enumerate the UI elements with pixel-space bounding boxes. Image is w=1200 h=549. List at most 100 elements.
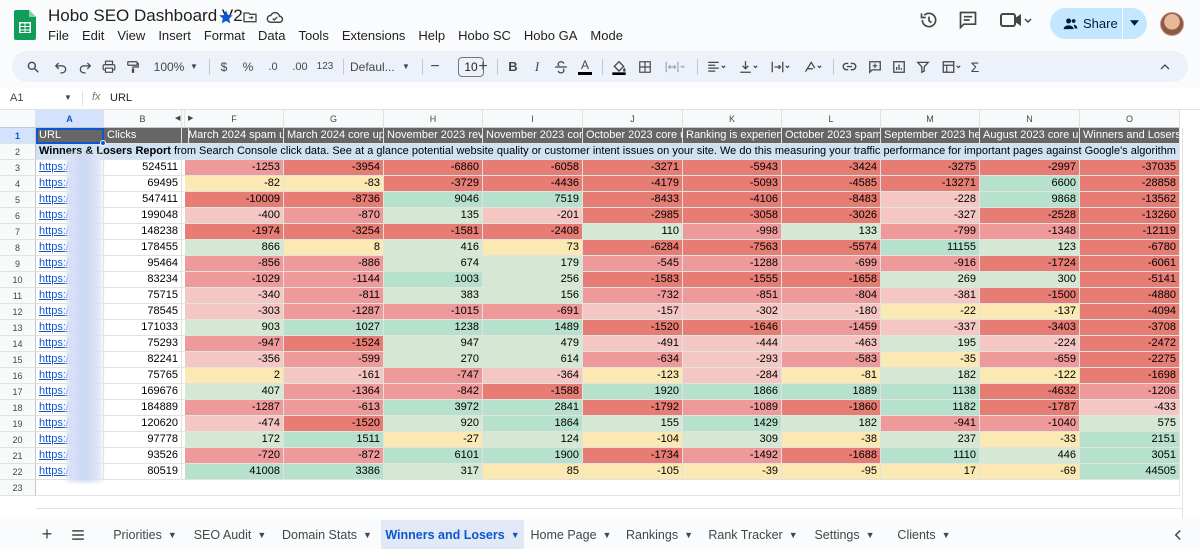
column-header[interactable]: N: [980, 110, 1080, 128]
decrease-font-size-icon[interactable]: −: [428, 51, 442, 82]
decrease-decimal-button[interactable]: .0: [262, 51, 284, 82]
font-dropdown-icon[interactable]: ▼: [400, 51, 412, 82]
update-delta-cell[interactable]: -6061: [1080, 256, 1180, 272]
update-delta-cell[interactable]: 172: [185, 432, 284, 448]
menu-extensions[interactable]: Extensions: [342, 28, 412, 43]
clicks-cell[interactable]: 75765: [104, 368, 182, 384]
fill-handle[interactable]: [100, 140, 106, 146]
update-delta-cell[interactable]: -8736: [284, 192, 384, 208]
update-delta-cell[interactable]: -1288: [683, 256, 782, 272]
update-delta-cell[interactable]: 256: [483, 272, 583, 288]
row-header[interactable]: 22: [0, 464, 36, 480]
update-delta-cell[interactable]: -303: [185, 304, 284, 320]
update-delta-cell[interactable]: -381: [881, 288, 980, 304]
number-format-button[interactable]: 123: [314, 51, 336, 82]
update-delta-cell[interactable]: 85: [483, 464, 583, 480]
font-select[interactable]: Defaul...: [350, 51, 402, 82]
comments-icon[interactable]: [958, 10, 978, 35]
vertical-scrollbar[interactable]: [1182, 128, 1200, 519]
update-delta-cell[interactable]: -69: [980, 464, 1080, 480]
update-delta-cell[interactable]: -39: [683, 464, 782, 480]
update-delta-cell[interactable]: -2408: [483, 224, 583, 240]
document-title[interactable]: Hobo SEO Dashboard V2: [48, 6, 243, 26]
share-dropdown-icon[interactable]: [1130, 20, 1139, 26]
update-delta-cell[interactable]: -81: [782, 368, 881, 384]
avatar[interactable]: [1160, 12, 1184, 36]
header-cell[interactable]: [182, 128, 189, 144]
update-delta-cell[interactable]: -5574: [782, 240, 881, 256]
update-delta-cell[interactable]: -1658: [782, 272, 881, 288]
update-delta-cell[interactable]: 11155: [881, 240, 980, 256]
update-delta-cell[interactable]: -613: [284, 400, 384, 416]
update-delta-cell[interactable]: -941: [881, 416, 980, 432]
update-delta-cell[interactable]: -433: [1080, 400, 1180, 416]
update-delta-cell[interactable]: -3954: [284, 160, 384, 176]
header-cell[interactable]: Clicks: [104, 128, 182, 144]
clicks-cell[interactable]: 524511: [104, 160, 182, 176]
update-delta-cell[interactable]: -1688: [782, 448, 881, 464]
row-header[interactable]: 20: [0, 432, 36, 448]
clicks-cell[interactable]: 78545: [104, 304, 182, 320]
paint-format-icon[interactable]: [124, 51, 142, 82]
update-delta-cell[interactable]: -1555: [683, 272, 782, 288]
update-delta-cell[interactable]: 1003: [384, 272, 483, 288]
update-delta-cell[interactable]: -28858: [1080, 176, 1180, 192]
sheet-tab[interactable]: Settings ▼: [806, 520, 883, 549]
sheet-tab-dropdown-icon[interactable]: ▼: [942, 530, 951, 540]
row-header[interactable]: 9: [0, 256, 36, 272]
update-delta-cell[interactable]: -3254: [284, 224, 384, 240]
update-delta-cell[interactable]: -811: [284, 288, 384, 304]
update-delta-cell[interactable]: -1524: [284, 336, 384, 352]
menu-file[interactable]: File: [48, 28, 75, 43]
update-delta-cell[interactable]: -22: [881, 304, 980, 320]
update-delta-cell[interactable]: -1724: [980, 256, 1080, 272]
update-delta-cell[interactable]: -5943: [683, 160, 782, 176]
update-delta-cell[interactable]: -4179: [583, 176, 683, 192]
update-delta-cell[interactable]: -3729: [384, 176, 483, 192]
row-header[interactable]: 6: [0, 208, 36, 224]
menu-help[interactable]: Help: [418, 28, 451, 43]
update-delta-cell[interactable]: 866: [185, 240, 284, 256]
update-delta-cell[interactable]: 2151: [1080, 432, 1180, 448]
update-delta-cell[interactable]: 416: [384, 240, 483, 256]
star-icon[interactable]: [217, 8, 235, 26]
update-delta-cell[interactable]: -4436: [483, 176, 583, 192]
row-header[interactable]: 16: [0, 368, 36, 384]
update-delta-cell[interactable]: -13562: [1080, 192, 1180, 208]
update-delta-cell[interactable]: -33: [980, 432, 1080, 448]
update-delta-cell[interactable]: 2841: [483, 400, 583, 416]
report-banner[interactable]: Winners & Losers Report from Search Cons…: [36, 144, 1180, 160]
update-delta-cell[interactable]: -1089: [683, 400, 782, 416]
meet-video-icon[interactable]: [1000, 10, 1034, 35]
row-header[interactable]: 11: [0, 288, 36, 304]
insert-chart-icon[interactable]: [890, 51, 908, 82]
update-delta-cell[interactable]: 237: [881, 432, 980, 448]
all-sheets-icon[interactable]: [68, 520, 88, 549]
horizontal-scrollbar[interactable]: [36, 508, 1182, 519]
update-delta-cell[interactable]: -872: [284, 448, 384, 464]
update-delta-cell[interactable]: -1698: [1080, 368, 1180, 384]
update-delta-cell[interactable]: 1429: [683, 416, 782, 432]
print-icon[interactable]: [100, 51, 118, 82]
sheets-logo-icon[interactable]: [14, 10, 36, 40]
update-delta-cell[interactable]: -1348: [980, 224, 1080, 240]
update-delta-cell[interactable]: -356: [185, 352, 284, 368]
update-delta-cell[interactable]: -224: [980, 336, 1080, 352]
update-delta-cell[interactable]: -2528: [980, 208, 1080, 224]
update-delta-cell[interactable]: -1364: [284, 384, 384, 400]
update-delta-cell[interactable]: -3403: [980, 320, 1080, 336]
update-delta-cell[interactable]: -6058: [483, 160, 583, 176]
update-delta-cell[interactable]: 124: [483, 432, 583, 448]
update-delta-cell[interactable]: 1489: [483, 320, 583, 336]
update-delta-cell[interactable]: -180: [782, 304, 881, 320]
update-delta-cell[interactable]: -1792: [583, 400, 683, 416]
update-delta-cell[interactable]: 1238: [384, 320, 483, 336]
add-sheet-icon[interactable]: +: [38, 520, 56, 549]
update-delta-cell[interactable]: 9046: [384, 192, 483, 208]
update-delta-cell[interactable]: -327: [881, 208, 980, 224]
update-delta-cell[interactable]: -228: [881, 192, 980, 208]
header-cell[interactable]: October 2023 core u: [583, 128, 683, 144]
update-delta-cell[interactable]: 317: [384, 464, 483, 480]
update-delta-cell[interactable]: -6780: [1080, 240, 1180, 256]
update-delta-cell[interactable]: -3026: [782, 208, 881, 224]
